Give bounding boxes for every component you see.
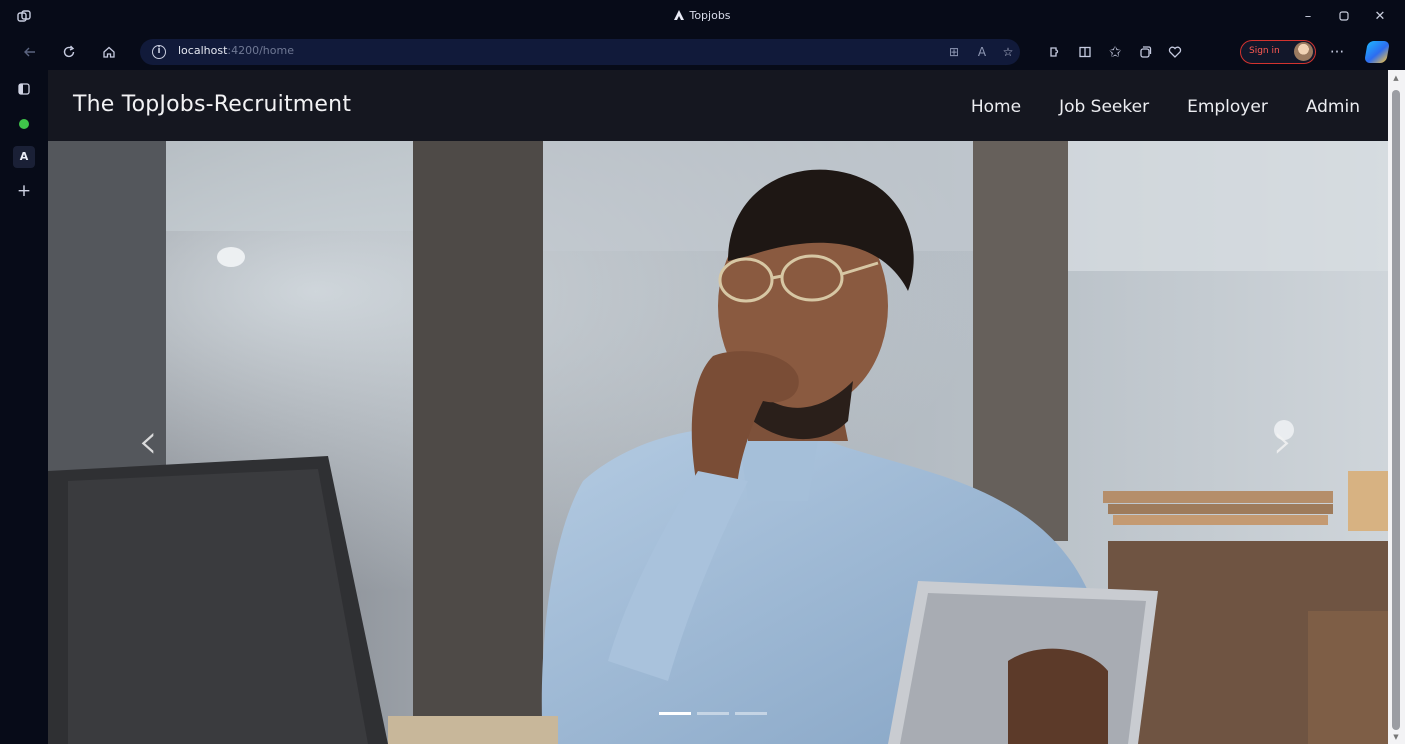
tab-actions-icon bbox=[18, 83, 30, 95]
sign-in-button[interactable]: Sign in bbox=[1240, 40, 1316, 64]
heart-pulse-icon bbox=[1168, 46, 1182, 58]
minimize-icon: – bbox=[1304, 9, 1312, 24]
site-info-icon[interactable]: i bbox=[152, 45, 166, 59]
site-brand[interactable]: The TopJobs-Recruitment bbox=[73, 92, 351, 117]
window-title-text: Topjobs bbox=[689, 9, 731, 22]
tab-actions-button[interactable] bbox=[14, 80, 34, 100]
browser-essentials-button[interactable] bbox=[1162, 39, 1188, 65]
scrollbar-thumb[interactable] bbox=[1392, 90, 1400, 730]
page-scrollbar[interactable]: ▲ ▼ bbox=[1388, 70, 1405, 744]
carousel-next-button[interactable]: › bbox=[1263, 411, 1303, 471]
hero-carousel: ‹ › bbox=[48, 141, 1388, 744]
nav-admin[interactable]: Admin bbox=[1306, 97, 1360, 117]
carousel-prev-button[interactable]: ‹ bbox=[128, 411, 168, 471]
hero-image bbox=[48, 141, 1388, 744]
carousel-indicator-2[interactable] bbox=[697, 712, 729, 715]
profile-avatar bbox=[1294, 42, 1313, 61]
url-text[interactable]: localhost:4200/home bbox=[178, 44, 294, 57]
home-button[interactable] bbox=[96, 39, 122, 65]
carousel-indicator-1[interactable] bbox=[659, 712, 691, 715]
collections-button[interactable] bbox=[1132, 39, 1158, 65]
site-favicon-icon bbox=[674, 10, 685, 20]
back-arrow-icon bbox=[24, 47, 35, 57]
maximize-button[interactable] bbox=[1326, 4, 1362, 30]
back-button[interactable] bbox=[17, 39, 43, 65]
scroll-down-icon[interactable]: ▼ bbox=[1391, 732, 1401, 742]
new-tab-button[interactable]: + bbox=[14, 181, 34, 201]
site-navbar: The TopJobs-Recruitment Home Job Seeker … bbox=[48, 70, 1388, 141]
copilot-icon[interactable] bbox=[1364, 41, 1390, 63]
reload-button[interactable] bbox=[56, 39, 82, 65]
browser-titlebar: Topjobs – ✕ bbox=[0, 0, 1405, 34]
window-title: Topjobs bbox=[0, 9, 1405, 22]
browser-toolbar: i localhost:4200/home ⊞ A ☆ ✩ Sign in ··… bbox=[0, 34, 1405, 70]
close-icon: ✕ bbox=[1374, 9, 1386, 24]
maximize-icon bbox=[1339, 11, 1349, 21]
close-window-button[interactable]: ✕ bbox=[1362, 4, 1398, 30]
add-favorite-icon[interactable]: ☆ bbox=[998, 42, 1018, 62]
sign-in-label: Sign in bbox=[1249, 46, 1280, 56]
extensions-button[interactable] bbox=[1042, 39, 1068, 65]
reload-icon bbox=[63, 45, 75, 58]
scroll-up-icon[interactable]: ▲ bbox=[1391, 73, 1401, 83]
page-viewport: The TopJobs-Recruitment Home Job Seeker … bbox=[48, 70, 1388, 744]
plus-icon: + bbox=[16, 181, 32, 201]
url-path: :4200/home bbox=[227, 44, 294, 57]
carousel-indicators bbox=[659, 712, 767, 715]
vertical-tab-topjobs[interactable]: A bbox=[13, 146, 35, 168]
split-screen-icon bbox=[1079, 46, 1091, 58]
url-host: localhost bbox=[178, 44, 228, 57]
app-available-icon[interactable]: ⊞ bbox=[944, 42, 964, 62]
home-icon bbox=[103, 46, 115, 58]
nav-home[interactable]: Home bbox=[971, 97, 1021, 117]
split-screen-button[interactable] bbox=[1072, 39, 1098, 65]
collections-icon bbox=[1140, 46, 1152, 58]
favorites-button[interactable]: ✩ bbox=[1102, 39, 1128, 65]
extensions-icon bbox=[1050, 47, 1059, 57]
minimize-button[interactable]: – bbox=[1290, 4, 1326, 30]
favorites-icon: ✩ bbox=[1108, 43, 1122, 61]
browser-sidebar: A + bbox=[0, 70, 48, 744]
nav-job-seeker[interactable]: Job Seeker bbox=[1059, 97, 1149, 117]
nav-employer[interactable]: Employer bbox=[1187, 97, 1268, 117]
ellipsis-icon: ··· bbox=[1329, 43, 1345, 61]
tab-indicator-icon[interactable] bbox=[19, 119, 29, 129]
more-menu-button[interactable]: ··· bbox=[1324, 39, 1350, 65]
main-nav: Home Job Seeker Employer Admin bbox=[971, 97, 1360, 117]
read-aloud-icon[interactable]: A bbox=[972, 42, 992, 62]
address-bar[interactable]: i localhost:4200/home ⊞ A ☆ bbox=[140, 39, 1020, 65]
carousel-indicator-3[interactable] bbox=[735, 712, 767, 715]
